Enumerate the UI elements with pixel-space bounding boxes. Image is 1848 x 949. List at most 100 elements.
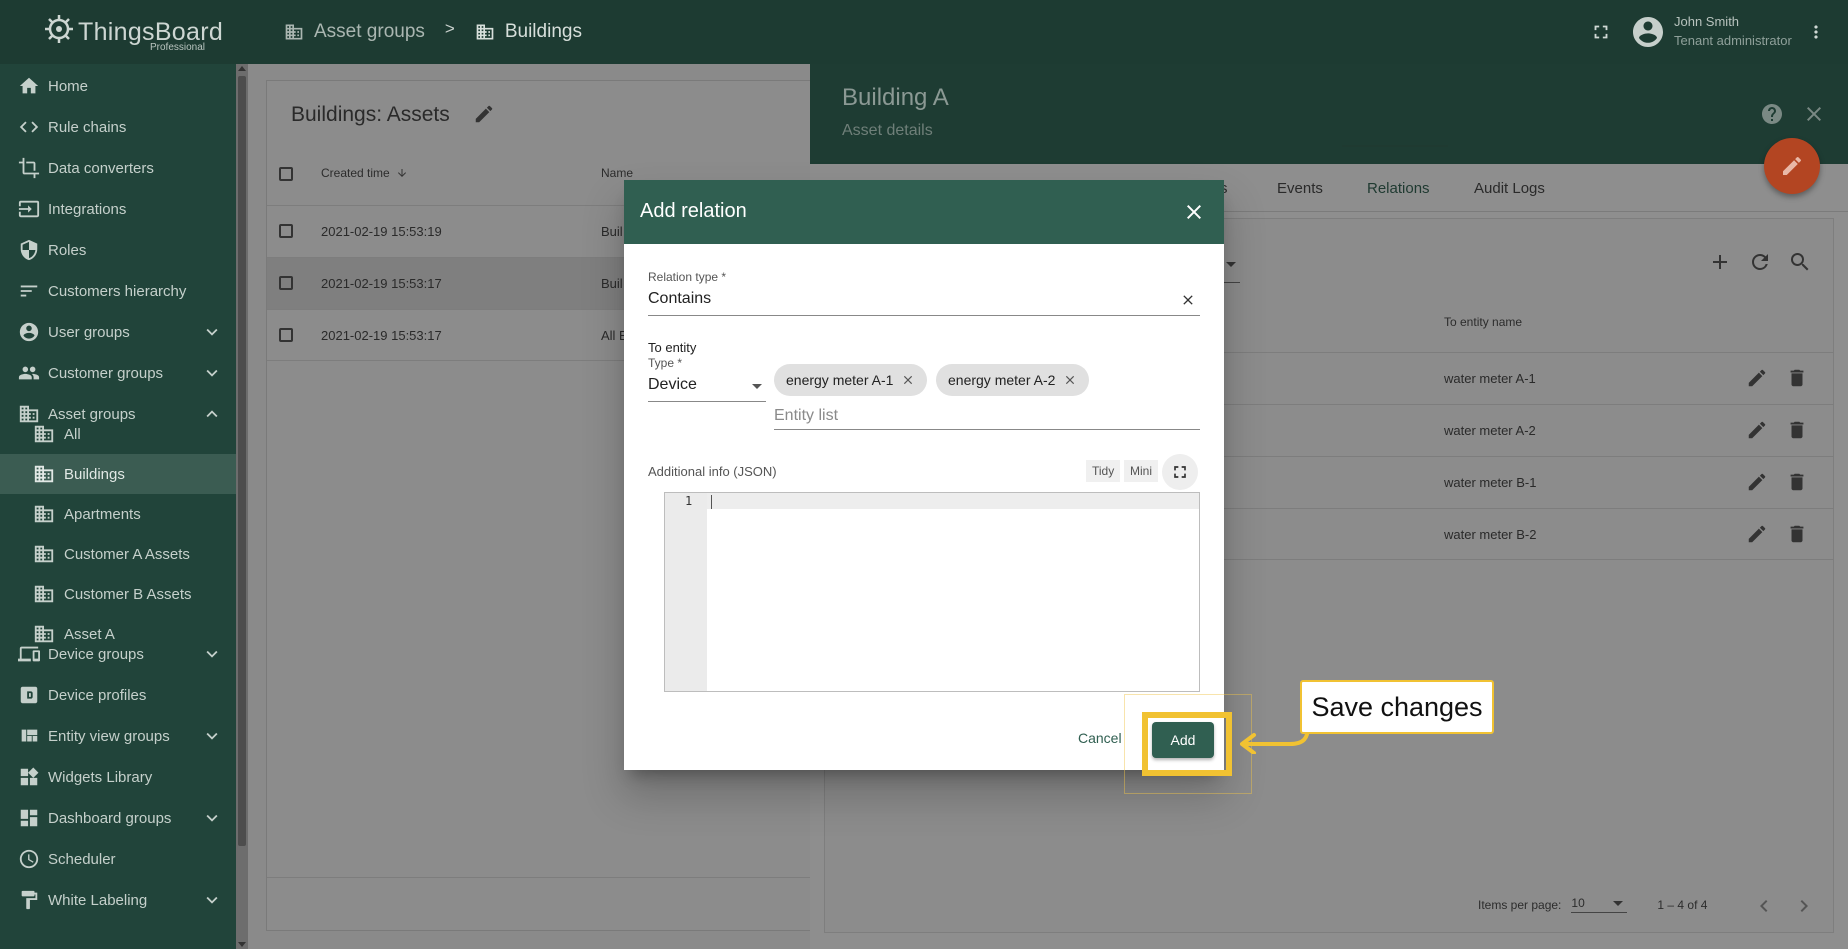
sidebar-item-user-groups[interactable]: User groups: [0, 312, 236, 352]
sidebar-item-data-converters[interactable]: Data converters: [0, 148, 236, 188]
sidebar-item-dashboard-groups[interactable]: Dashboard groups: [0, 798, 236, 838]
close-icon[interactable]: [1182, 200, 1206, 224]
scroll-up-arrow[interactable]: [238, 66, 246, 71]
select-all-checkbox[interactable]: [279, 167, 293, 181]
entity-list-input[interactable]: [774, 402, 1200, 430]
building-icon: [475, 22, 495, 42]
sidebar-item-label: Widgets Library: [48, 768, 153, 786]
relation-type-label: Relation type *: [648, 270, 727, 284]
app-logo[interactable]: ThingsBoard Professional: [42, 12, 242, 56]
sidebar-item-device-groups[interactable]: Device groups: [0, 634, 236, 674]
sidebar-item-label: Dashboard groups: [48, 809, 172, 827]
sidebar-item-white-labeling[interactable]: White Labeling: [0, 880, 236, 920]
sidebar-item-scheduler[interactable]: Scheduler: [0, 839, 236, 879]
delete-icon[interactable]: [1786, 523, 1808, 545]
building-icon: [32, 542, 56, 566]
breadcrumb-asset-groups[interactable]: Asset groups: [284, 21, 425, 43]
search-icon[interactable]: [1788, 250, 1812, 274]
chevron-down-icon[interactable]: [200, 724, 224, 748]
row-checkbox[interactable]: [279, 276, 293, 290]
fullscreen-icon[interactable]: [1162, 454, 1198, 490]
sidebar-item-rule-chains[interactable]: Rule chains: [0, 107, 236, 147]
chevron-down-icon: [1613, 901, 1624, 906]
edit-icon[interactable]: [1746, 419, 1768, 441]
sidebar-item-integrations[interactable]: Integrations: [0, 189, 236, 229]
to-entity-label: To entity: [648, 340, 697, 355]
sidebar-item-buildings[interactable]: Buildings: [0, 454, 236, 494]
edit-icon[interactable]: [473, 103, 495, 125]
chevron-left-icon[interactable]: [1752, 894, 1776, 918]
delete-icon[interactable]: [1786, 367, 1808, 389]
edit-fab-button[interactable]: [1764, 138, 1820, 194]
entity-type-label: Type *: [648, 356, 683, 370]
line-number: 1: [685, 494, 693, 508]
column-to-entity-name[interactable]: To entity name: [1444, 315, 1522, 329]
refresh-icon[interactable]: [1748, 250, 1772, 274]
account-circle-icon[interactable]: [1630, 14, 1666, 50]
sidebar-item-label: Roles: [48, 241, 87, 259]
sidebar-item-widgets-library[interactable]: Widgets Library: [0, 757, 236, 797]
close-icon[interactable]: [901, 373, 915, 387]
tab-events[interactable]: Events: [1277, 180, 1323, 197]
sidebar-item-apartments[interactable]: Apartments: [0, 494, 236, 534]
row-checkbox[interactable]: [279, 328, 293, 342]
json-editor[interactable]: 1: [664, 492, 1200, 692]
tidy-button[interactable]: Tidy: [1086, 460, 1121, 482]
column-created-time[interactable]: Created time: [321, 166, 408, 180]
edit-icon[interactable]: [1746, 523, 1768, 545]
relation-type-input[interactable]: Contains: [648, 290, 1200, 316]
entity-type-value: Device: [648, 376, 697, 393]
tab-audit-logs[interactable]: Audit Logs: [1474, 180, 1545, 197]
direction-dropdown-arrow[interactable]: [1226, 262, 1236, 267]
close-icon[interactable]: [1063, 373, 1077, 387]
chevron-down-icon[interactable]: [200, 888, 224, 912]
chevron-right-icon[interactable]: [1792, 894, 1816, 918]
editor-gutter: [665, 493, 707, 691]
clear-icon[interactable]: [1180, 292, 1196, 308]
more-vert-icon[interactable]: [1806, 22, 1826, 42]
chevron-down-icon[interactable]: [200, 320, 224, 344]
row-checkbox[interactable]: [279, 224, 293, 238]
tab-relations[interactable]: Relations: [1367, 180, 1430, 197]
chevron-down-icon[interactable]: [200, 361, 224, 385]
scrollbar-thumb[interactable]: [238, 76, 246, 846]
row-created-time: 2021-02-19 15:53:19: [321, 224, 442, 239]
close-icon[interactable]: [1802, 102, 1826, 126]
sidebar-item-label: Entity view groups: [48, 727, 170, 745]
format-paint-icon: [17, 888, 41, 912]
row-created-time: 2021-02-19 15:53:17: [321, 276, 442, 291]
sidebar-item-label: User groups: [48, 323, 130, 341]
column-name[interactable]: Name: [601, 166, 633, 180]
fullscreen-icon[interactable]: [1590, 21, 1612, 43]
scroll-down-arrow[interactable]: [238, 942, 246, 947]
shield-icon: [17, 238, 41, 262]
sidebar-item-roles[interactable]: Roles: [0, 230, 236, 270]
edit-icon[interactable]: [1746, 367, 1768, 389]
cancel-button[interactable]: Cancel: [1078, 730, 1122, 746]
add-icon[interactable]: [1708, 250, 1732, 274]
sidebar-item-customers-hierarchy[interactable]: Customers hierarchy: [0, 271, 236, 311]
sidebar-item-customer-a-assets[interactable]: Customer A Assets: [0, 534, 236, 574]
breadcrumb-label: Asset groups: [314, 21, 425, 42]
to-entity-name: water meter A-2: [1444, 423, 1536, 438]
chevron-down-icon[interactable]: [200, 806, 224, 830]
delete-icon[interactable]: [1786, 471, 1808, 493]
items-per-page-select[interactable]: 10: [1571, 896, 1628, 913]
sidebar-item-label: Scheduler: [48, 850, 116, 868]
chevron-down-icon[interactable]: [200, 642, 224, 666]
help-icon[interactable]: [1760, 102, 1784, 126]
sidebar-item-all[interactable]: All: [0, 414, 236, 454]
sidebar-item-home[interactable]: Home: [0, 66, 236, 106]
sidebar-item-device-profiles[interactable]: Device profiles: [0, 675, 236, 715]
sidebar-scrollbar[interactable]: [236, 64, 248, 949]
sidebar-item-customer-b-assets[interactable]: Customer B Assets: [0, 574, 236, 614]
delete-icon[interactable]: [1786, 419, 1808, 441]
view-quilt-icon: [17, 724, 41, 748]
paginator: Items per page: 10 1 – 4 of 4: [1478, 896, 1707, 913]
entity-type-select[interactable]: Device: [648, 376, 766, 402]
mini-button[interactable]: Mini: [1124, 460, 1159, 482]
home-icon: [17, 74, 41, 98]
sidebar-item-customer-groups[interactable]: Customer groups: [0, 353, 236, 393]
sidebar-item-entity-view-groups[interactable]: Entity view groups: [0, 716, 236, 756]
edit-icon[interactable]: [1746, 471, 1768, 493]
